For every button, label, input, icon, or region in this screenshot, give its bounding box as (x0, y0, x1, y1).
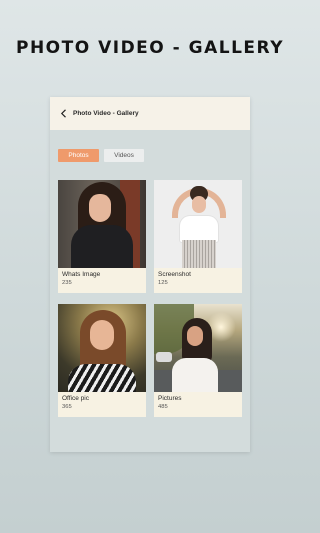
app-bar-title: Photo Video - Gallery (73, 110, 139, 117)
album-thumbnail (58, 304, 146, 392)
media-tabs: Photos Videos (58, 149, 144, 162)
album-grid: Whats Image 235 Screenshot 125 Office pi… (58, 180, 242, 417)
album-count: 125 (158, 280, 168, 286)
chevron-left-icon[interactable] (58, 108, 68, 120)
album-card-office-pic[interactable]: Office pic 365 (58, 304, 146, 417)
tab-videos[interactable]: Videos (104, 149, 144, 162)
album-count: 485 (158, 404, 168, 410)
album-thumbnail (154, 180, 242, 268)
promo-headline: PHOTO VIDEO - GALLERY (15, 38, 284, 58)
album-title: Pictures (158, 395, 182, 402)
album-count: 235 (62, 280, 72, 286)
tab-photos[interactable]: Photos (58, 149, 99, 162)
album-card-whats-image[interactable]: Whats Image 235 (58, 180, 146, 293)
album-title: Screenshot (158, 271, 191, 278)
album-thumbnail (154, 304, 242, 392)
album-title: Whats Image (62, 271, 101, 278)
album-thumbnail (58, 180, 146, 268)
album-card-screenshot[interactable]: Screenshot 125 (154, 180, 242, 293)
app-bar: Photo Video - Gallery (50, 97, 250, 130)
album-count: 365 (62, 404, 72, 410)
app-screen: Photo Video - Gallery Photos Videos What… (50, 97, 250, 452)
album-card-pictures[interactable]: Pictures 485 (154, 304, 242, 417)
album-title: Office pic (62, 395, 89, 402)
